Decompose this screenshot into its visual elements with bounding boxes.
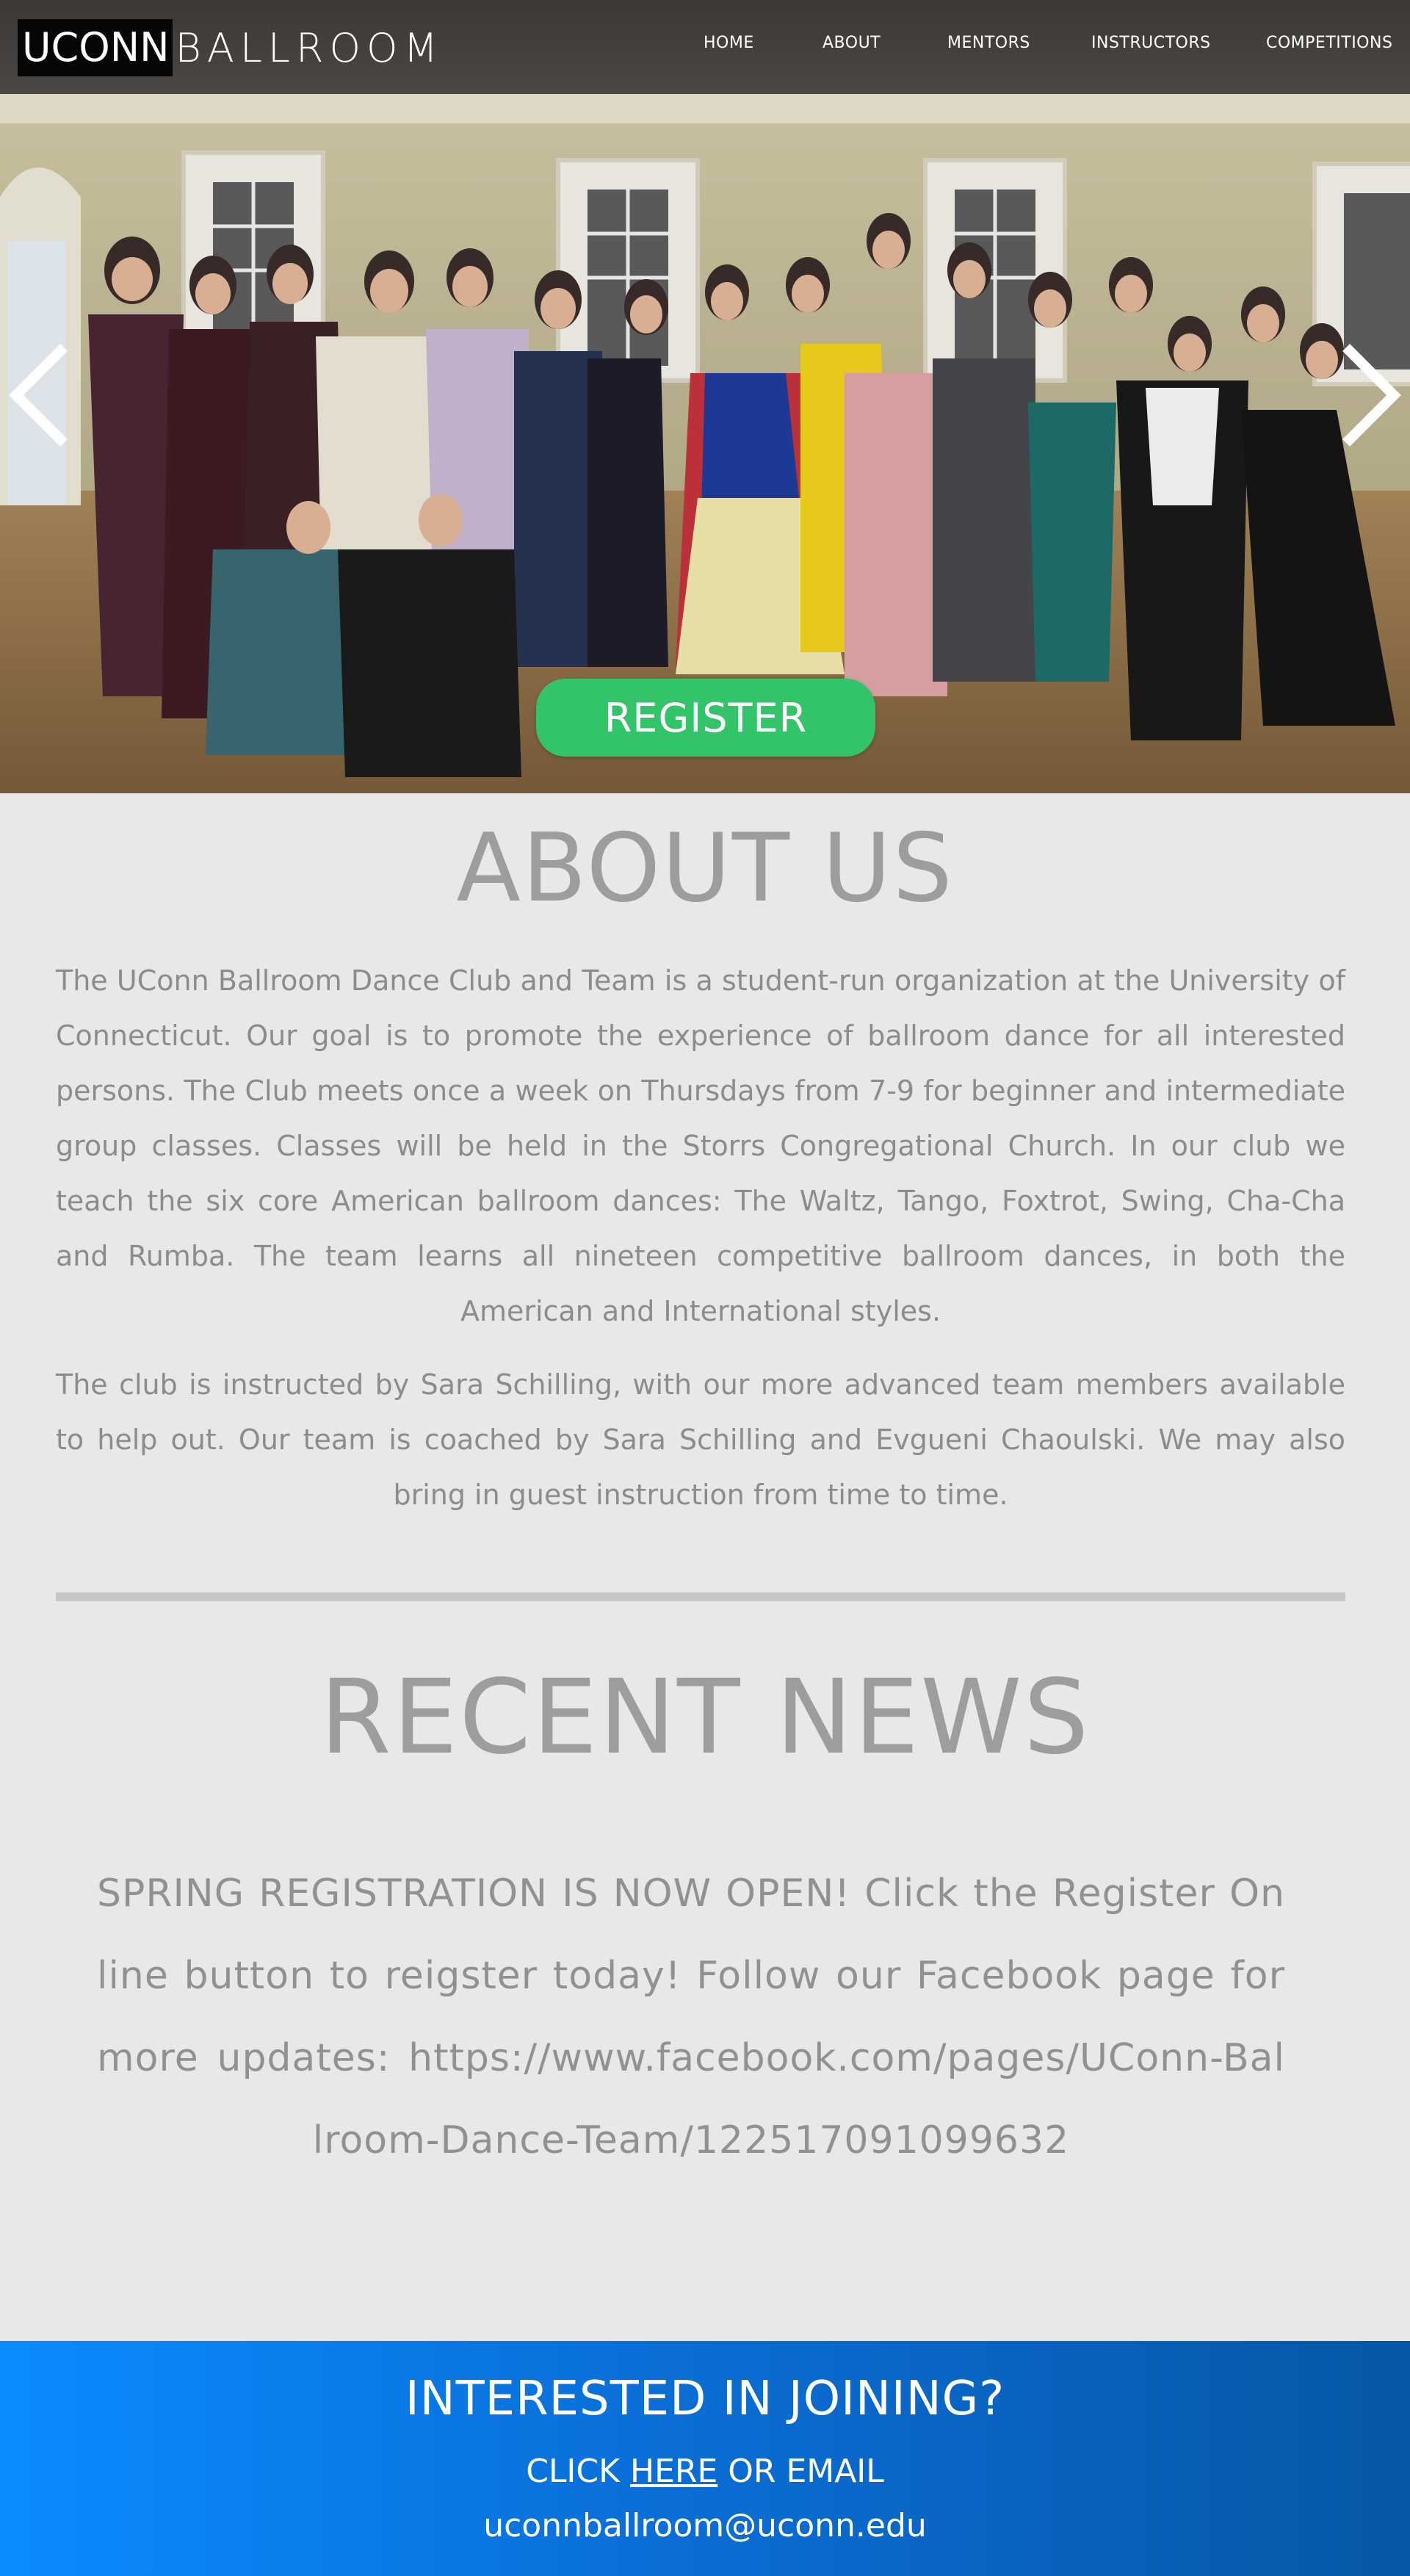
contact-email[interactable]: uconnballroom@uconn.edu [0,2507,1410,2544]
nav-home[interactable]: HOME [704,34,754,52]
about-paragraph-1: The UConn Ballroom Dance Club and Team i… [56,964,1345,1327]
nav-mentors[interactable]: MENTORS [947,34,1030,52]
news-announcement: SPRING REGISTRATION IS NOW OPEN! Click t… [97,1872,1285,2162]
hero-slideshow: REGISTER [0,94,1410,793]
about-paragraph-2: The club is instructed by Sara Schilling… [56,1368,1345,1511]
main-nav: HOME ABOUT MENTORS INSTRUCTORS COMPETITI… [0,34,1410,60]
join-footer: INTERESTED IN JOINING? CLICK HERE OR EMA… [0,2341,1410,2576]
nav-about[interactable]: ABOUT [822,34,881,52]
recent-news-heading: RECENT NEWS [319,1658,1091,1778]
slideshow-next-button[interactable] [1342,344,1409,447]
about-us-heading: ABOUT US [456,814,954,923]
join-cta-line: CLICK HERE OR EMAIL [0,2453,1410,2490]
chevron-left-icon [9,344,68,447]
chevron-right-icon [1342,344,1401,447]
section-divider [56,1592,1345,1601]
click-suffix-text: OR EMAIL [728,2453,884,2490]
join-heading: INTERESTED IN JOINING? [405,2372,1005,2426]
here-link[interactable]: HERE [630,2453,717,2490]
nav-competitions[interactable]: COMPETITIONS [1266,34,1392,52]
slideshow-prev-button[interactable] [1,344,68,447]
register-button[interactable]: REGISTER [536,679,875,757]
click-prefix-text: CLICK [526,2453,620,2490]
top-navigation-bar: UCONN BALLROOM HOME ABOUT MENTORS INSTRU… [0,0,1410,94]
nav-instructors[interactable]: INSTRUCTORS [1091,34,1211,52]
